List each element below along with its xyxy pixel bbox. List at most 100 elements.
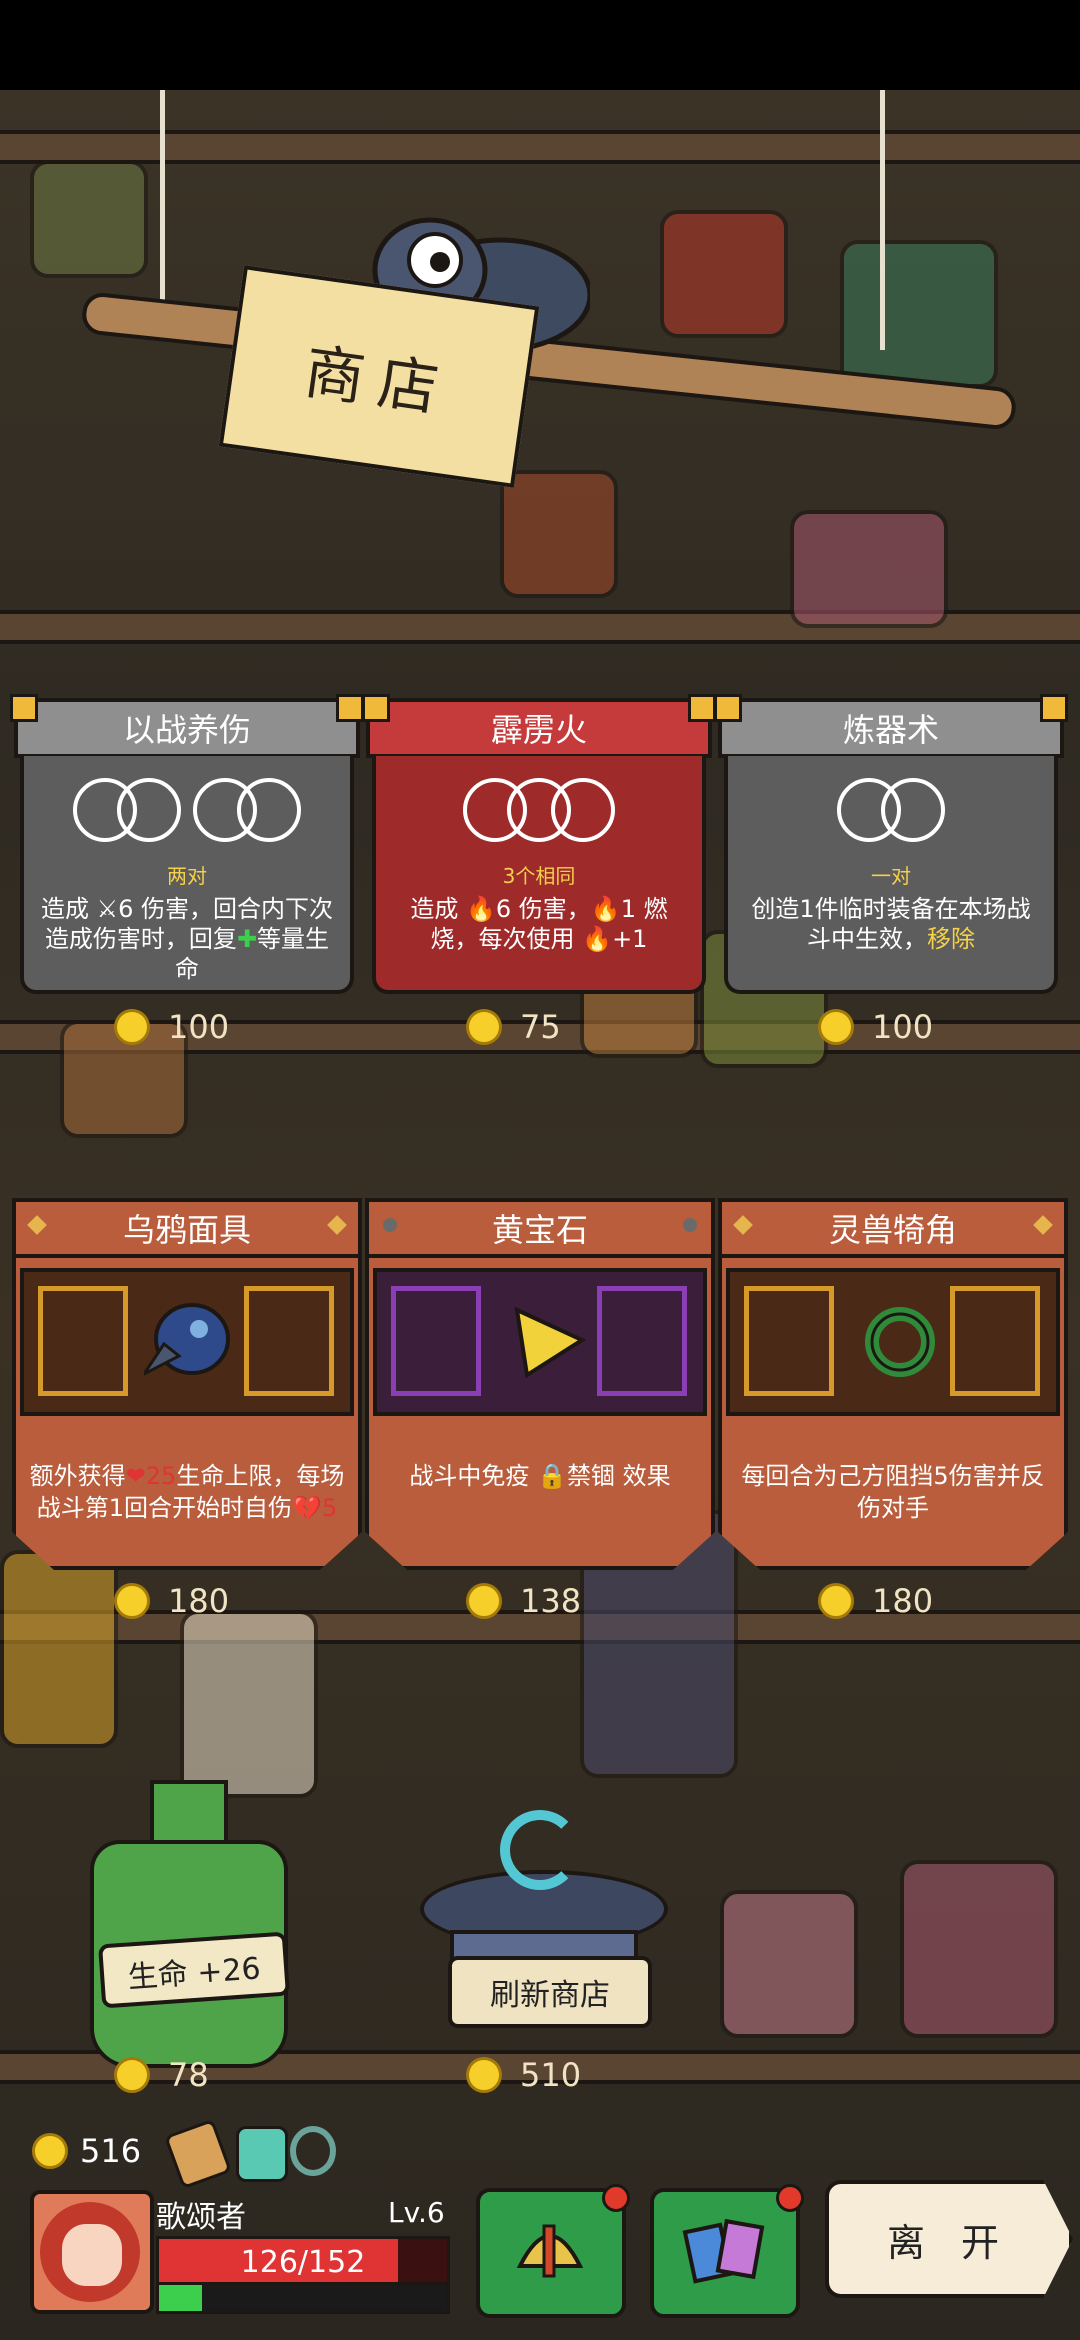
skill-price: 100 bbox=[114, 1008, 229, 1046]
card-corner bbox=[362, 694, 390, 722]
card-corner bbox=[336, 694, 364, 722]
item-art-frame bbox=[20, 1268, 354, 1416]
fire-icon: 🔥 bbox=[466, 895, 496, 923]
skill-card-lianqishu[interactable]: 炼器术 一对 创造1件临时装备在本场战斗中生效，移除 bbox=[714, 694, 1068, 994]
dice-slots bbox=[728, 778, 1054, 842]
hp-text: 126/152 bbox=[240, 2244, 366, 2280]
status-bar bbox=[0, 0, 1080, 90]
potion-relic-icon[interactable] bbox=[236, 2126, 288, 2182]
heart-icon: ❤ bbox=[125, 1462, 146, 1490]
avatar-face bbox=[62, 2224, 122, 2286]
jar-decoration bbox=[900, 1860, 1058, 2038]
jar-decoration bbox=[790, 510, 948, 628]
item-description: 战斗中免疫 🔒禁锢 效果 bbox=[409, 1462, 671, 1490]
coin-icon bbox=[466, 1583, 502, 1619]
card-corner bbox=[688, 694, 716, 722]
item-price: 180 bbox=[114, 1582, 229, 1620]
rope bbox=[880, 90, 885, 350]
skill-price: 100 bbox=[818, 1008, 933, 1046]
jar-decoration bbox=[840, 240, 998, 388]
item-art-frame bbox=[373, 1268, 707, 1416]
sword-icon: ⚔ bbox=[96, 895, 119, 923]
skill-card-pilihuo[interactable]: 霹雳火 3个相同 造成 🔥6 伤害，🔥1 燃烧，每次使用 🔥+1 bbox=[362, 694, 716, 994]
skill-requirement: 两对 bbox=[167, 864, 207, 888]
refresh-price: 510 bbox=[466, 2056, 581, 2094]
lock-icon: 🔒 bbox=[537, 1462, 567, 1490]
coin-icon bbox=[114, 1583, 150, 1619]
horn-ring-icon bbox=[865, 1307, 935, 1377]
item-description: 每回合为己方阻挡5伤害并反伤对手 bbox=[741, 1462, 1045, 1522]
item-name: 乌鸦面具 bbox=[12, 1198, 362, 1258]
fire-icon: 🔥 bbox=[590, 895, 621, 923]
item-card-crow-mask[interactable]: 乌鸦面具 额外获得❤25生命上限，每场战斗第1回合开始时自伤💔5 bbox=[12, 1198, 362, 1570]
card-corner bbox=[714, 694, 742, 722]
skill-body: 两对 造成 ⚔6 伤害，回合内下次造成伤害时，回复✚等量生命 bbox=[20, 756, 354, 994]
candle-decoration bbox=[180, 1610, 318, 1798]
ring-relic-icon[interactable] bbox=[290, 2126, 336, 2176]
jar-decoration bbox=[720, 1890, 858, 2038]
dice-slot bbox=[237, 778, 301, 842]
skill-name: 霹雳火 bbox=[366, 698, 712, 758]
skill-requirement: 3个相同 bbox=[502, 864, 576, 888]
item-card-beast-horn[interactable]: 灵兽犄角 每回合为己方阻挡5伤害并反伤对手 bbox=[718, 1198, 1068, 1570]
helmet-icon bbox=[516, 2224, 584, 2278]
skill-card-yizhanyangshang[interactable]: 以战养伤 两对 造成 ⚔6 伤害，回合内下次造成伤害时，回复✚等量生命 bbox=[10, 694, 364, 994]
shop-scene: 商店 以战养伤 两对 造成 ⚔6 伤害，回合内下次造成伤害时，回复✚等量生命 1… bbox=[0, 90, 1080, 2340]
coin-icon bbox=[466, 2057, 502, 2093]
gem-decoration bbox=[660, 210, 788, 338]
refresh-shop-label[interactable]: 刷新商店 bbox=[448, 1956, 652, 2028]
player-name: 歌颂者 bbox=[156, 2200, 246, 2235]
coin-icon bbox=[114, 2057, 150, 2093]
coin-icon bbox=[818, 1583, 854, 1619]
item-art-frame bbox=[726, 1268, 1060, 1416]
potion-price: 78 bbox=[114, 2056, 209, 2094]
gold-counter: 516 bbox=[32, 2132, 141, 2170]
item-name: 灵兽犄角 bbox=[718, 1198, 1068, 1258]
skill-body: 3个相同 造成 🔥6 伤害，🔥1 燃烧，每次使用 🔥+1 bbox=[372, 756, 706, 994]
notification-dot bbox=[776, 2184, 804, 2212]
jar-decoration bbox=[500, 470, 618, 598]
skill-requirement: 一对 bbox=[871, 864, 911, 888]
fire-icon: 🔥 bbox=[582, 925, 613, 953]
skill-description: 创造1件临时装备在本场战斗中生效，移除 bbox=[751, 895, 1031, 953]
xp-bar bbox=[156, 2282, 450, 2314]
refresh-icon bbox=[500, 1810, 580, 1890]
skill-description: 造成 🔥6 伤害，🔥1 燃烧，每次使用 🔥+1 bbox=[410, 895, 668, 953]
dice-slot bbox=[881, 778, 945, 842]
item-price: 180 bbox=[818, 1582, 933, 1620]
leave-button[interactable]: 离 开 bbox=[825, 2180, 1073, 2298]
skill-name: 炼器术 bbox=[718, 698, 1064, 758]
item-description: 额外获得❤25生命上限，每场战斗第1回合开始时自伤💔5 bbox=[29, 1462, 345, 1522]
topaz-gem-icon bbox=[514, 1306, 587, 1379]
skill-name: 以战养伤 bbox=[14, 698, 360, 758]
skill-body: 一对 创造1件临时装备在本场战斗中生效，移除 bbox=[724, 756, 1058, 994]
skill-price: 75 bbox=[466, 1008, 561, 1046]
cards-icon bbox=[682, 2218, 765, 2284]
xp-fill bbox=[159, 2285, 203, 2311]
item-price: 138 bbox=[466, 1582, 581, 1620]
coin-icon bbox=[466, 1009, 502, 1045]
potion-label: 生命 +26 bbox=[97, 1931, 291, 2009]
card-corner bbox=[1040, 694, 1068, 722]
health-potion[interactable]: 生命 +26 bbox=[70, 1780, 300, 2068]
crow-mask-icon bbox=[144, 1303, 230, 1376]
dice-slots bbox=[376, 778, 702, 842]
dice-slot bbox=[551, 778, 615, 842]
coin-icon bbox=[114, 1009, 150, 1045]
coin-icon bbox=[818, 1009, 854, 1045]
item-card-topaz[interactable]: 黄宝石 战斗中免疫 🔒禁锢 效果 bbox=[365, 1198, 715, 1570]
heal-plus-icon: ✚ bbox=[236, 925, 258, 953]
dice-slots bbox=[24, 778, 350, 842]
item-name: 黄宝石 bbox=[365, 1198, 715, 1258]
cards-button[interactable] bbox=[650, 2184, 804, 2318]
equipment-button[interactable] bbox=[476, 2184, 630, 2318]
avatar[interactable] bbox=[30, 2190, 154, 2314]
crown-decoration bbox=[0, 1550, 118, 1748]
broken-heart-icon: 💔 bbox=[292, 1494, 322, 1522]
skill-description: 造成 ⚔6 伤害，回合内下次造成伤害时，回复✚等量生命 bbox=[40, 895, 334, 983]
player-level: Lv.6 bbox=[388, 2196, 445, 2229]
coin-icon bbox=[32, 2133, 68, 2169]
dice-slot bbox=[117, 778, 181, 842]
jar-decoration bbox=[30, 160, 148, 278]
hp-bar: 126/152 bbox=[156, 2236, 450, 2288]
